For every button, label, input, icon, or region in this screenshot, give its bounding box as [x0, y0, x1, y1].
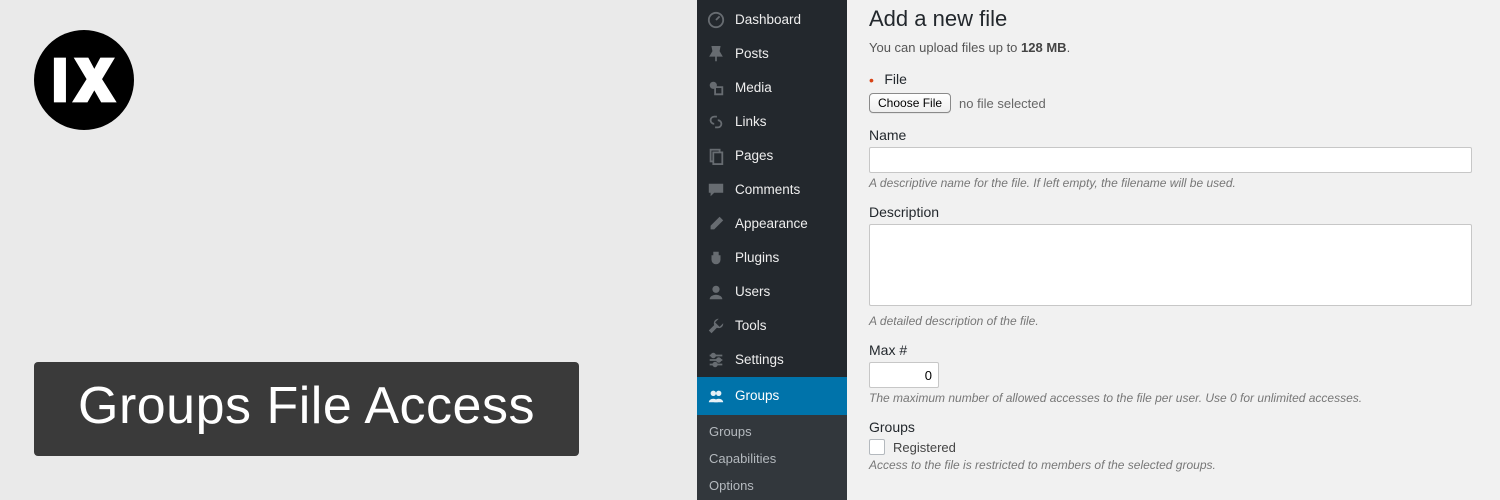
sidebar-item-label: Settings	[735, 351, 784, 369]
page-title: Add a new file	[869, 6, 1472, 32]
choose-file-button[interactable]: Choose File	[869, 93, 951, 113]
wordpress-admin: Dashboard Posts Media Links	[697, 0, 1500, 500]
sidebar-item-label: Tools	[735, 317, 767, 335]
sidebar-item-label: Plugins	[735, 249, 779, 267]
sidebar-item-dashboard[interactable]: Dashboard	[697, 3, 847, 37]
sidebar-item-label: Comments	[735, 181, 800, 199]
registered-option-label: Registered	[893, 440, 956, 455]
registered-checkbox[interactable]	[869, 439, 885, 455]
file-label: File	[884, 71, 907, 87]
banner-title: Groups File Access	[34, 362, 579, 456]
sidebar-item-label: Posts	[735, 45, 769, 63]
sidebar-item-groups[interactable]: Groups	[697, 377, 847, 415]
groups-label: Groups	[869, 419, 1472, 435]
file-status-text: no file selected	[959, 96, 1046, 111]
sidebar-item-label: Dashboard	[735, 11, 801, 29]
ix-logo-icon	[41, 37, 127, 123]
comment-icon	[706, 180, 726, 200]
required-indicator: •	[869, 72, 874, 88]
submenu-capabilities[interactable]: Capabilities	[697, 445, 847, 472]
sidebar-item-label: Links	[735, 113, 767, 131]
sidebar-item-media[interactable]: Media	[697, 71, 847, 105]
groups-hint: Access to the file is restricted to memb…	[869, 458, 1472, 472]
upload-limit-text: You can upload files up to 128 MB.	[869, 40, 1472, 55]
name-field-row: Name A descriptive name for the file. If…	[869, 127, 1472, 190]
sidebar-item-users[interactable]: Users	[697, 275, 847, 309]
plug-icon	[706, 248, 726, 268]
sidebar-item-settings[interactable]: Settings	[697, 343, 847, 377]
max-label: Max #	[869, 342, 1472, 358]
sidebar-item-label: Appearance	[735, 215, 808, 233]
wrench-icon	[706, 316, 726, 336]
sidebar-item-label: Users	[735, 283, 770, 301]
name-hint: A descriptive name for the file. If left…	[869, 176, 1472, 190]
max-hint: The maximum number of allowed accesses t…	[869, 391, 1472, 405]
sidebar-item-posts[interactable]: Posts	[697, 37, 847, 71]
sliders-icon	[706, 350, 726, 370]
sidebar-item-label: Groups	[735, 387, 779, 405]
max-field-row: Max # The maximum number of allowed acce…	[869, 342, 1472, 405]
description-field-row: Description A detailed description of th…	[869, 204, 1472, 328]
sidebar-item-pages[interactable]: Pages	[697, 139, 847, 173]
sidebar-item-plugins[interactable]: Plugins	[697, 241, 847, 275]
admin-sidebar: Dashboard Posts Media Links	[697, 0, 847, 500]
groups-icon	[706, 386, 726, 406]
sidebar-item-comments[interactable]: Comments	[697, 173, 847, 207]
content-pane: Add a new file You can upload files up t…	[847, 0, 1500, 500]
sidebar-item-tools[interactable]: Tools	[697, 309, 847, 343]
name-input[interactable]	[869, 147, 1472, 173]
sidebar-item-label: Pages	[735, 147, 773, 165]
dashboard-icon	[706, 10, 726, 30]
submenu-options[interactable]: Options	[697, 472, 847, 499]
link-icon	[706, 112, 726, 132]
description-label: Description	[869, 204, 1472, 220]
sidebar-submenu: Groups Capabilities Options Files	[697, 415, 847, 500]
pages-icon	[706, 146, 726, 166]
groups-field-row: Groups Registered Access to the file is …	[869, 419, 1472, 472]
description-hint: A detailed description of the file.	[869, 314, 1472, 328]
name-label: Name	[869, 127, 1472, 143]
sidebar-item-appearance[interactable]: Appearance	[697, 207, 847, 241]
brush-icon	[706, 214, 726, 234]
max-input[interactable]	[869, 362, 939, 388]
sidebar-item-label: Media	[735, 79, 772, 97]
media-icon	[706, 78, 726, 98]
file-field-row: • File Choose File no file selected	[869, 71, 1472, 113]
submenu-groups[interactable]: Groups	[697, 418, 847, 445]
description-input[interactable]	[869, 224, 1472, 306]
pin-icon	[706, 44, 726, 64]
brand-logo	[34, 30, 134, 130]
sidebar-item-links[interactable]: Links	[697, 105, 847, 139]
users-icon	[706, 282, 726, 302]
